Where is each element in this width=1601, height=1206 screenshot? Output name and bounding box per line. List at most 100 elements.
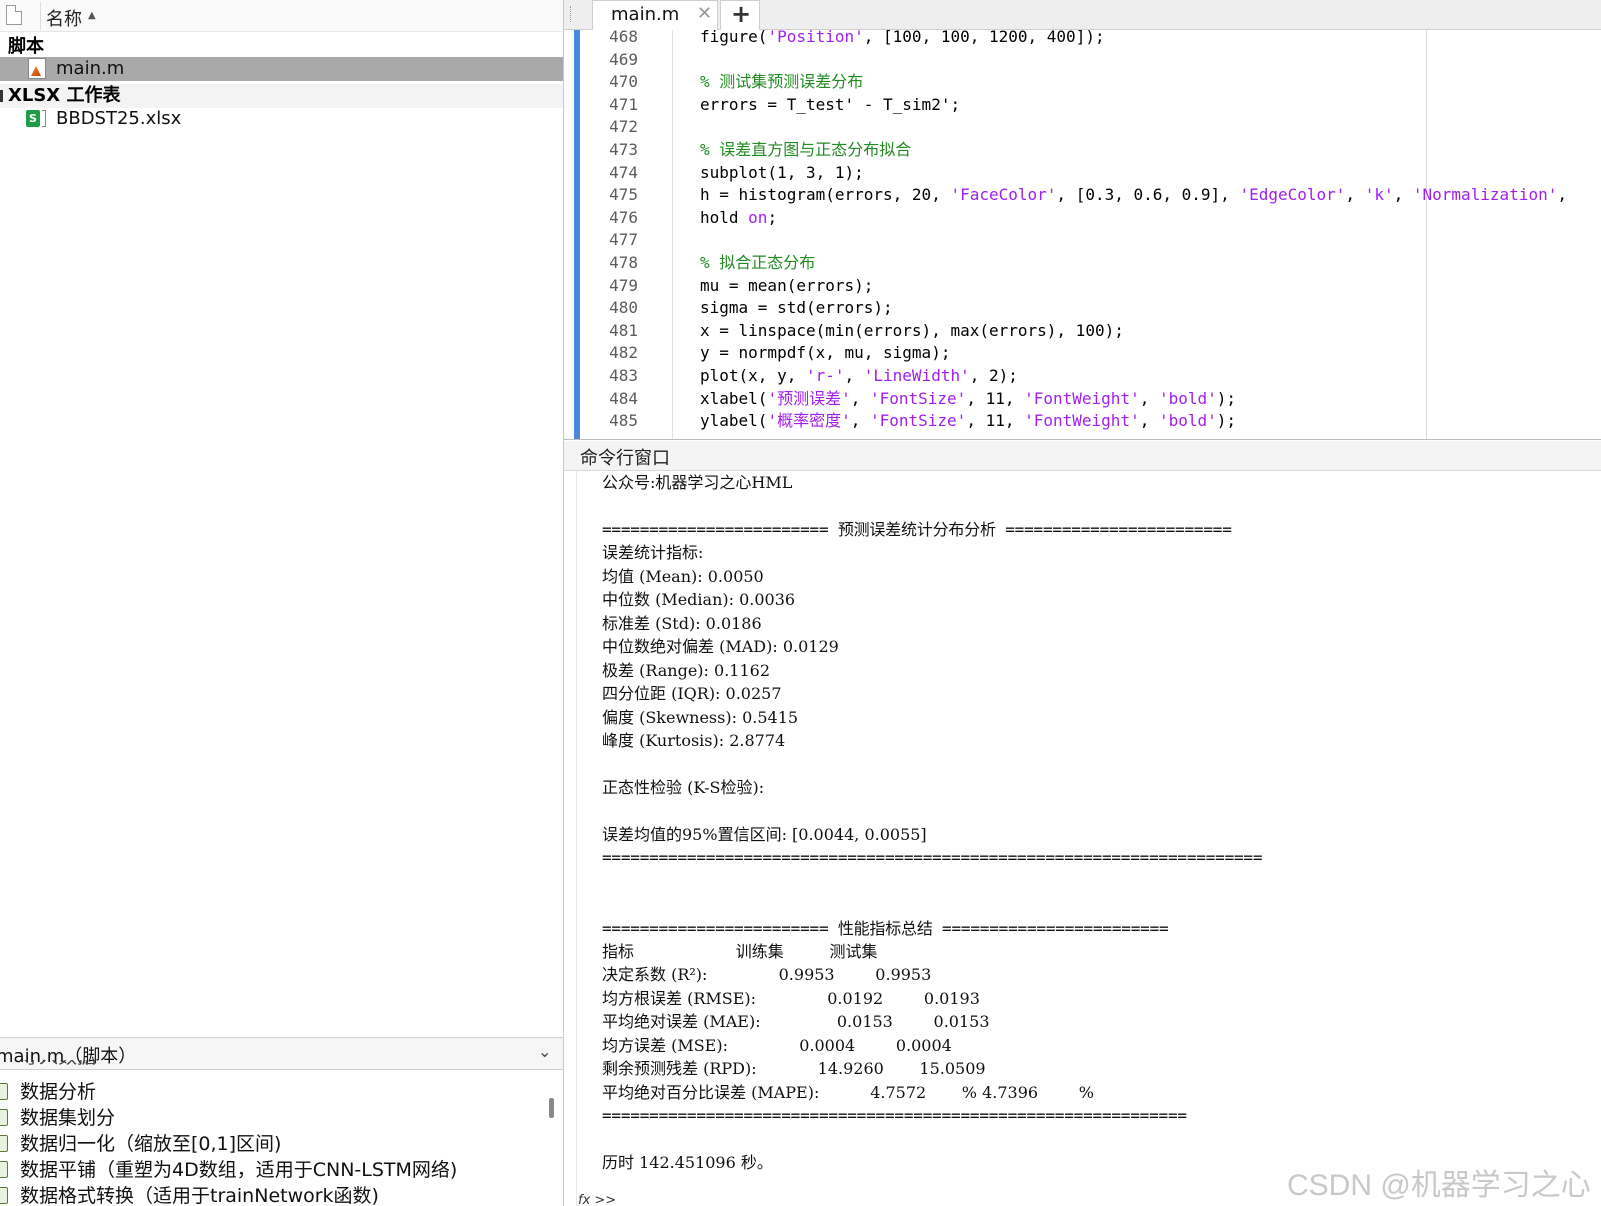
output-line: 历时 142.451096 秒。 (602, 1153, 773, 1173)
line-number: 479 (609, 275, 638, 295)
code-line[interactable]: 468 figure('Position', [100, 100, 1200, 4… (564, 30, 1601, 48)
output-line: 均方根误差 (RMSE): 0.0192 0.0193 (602, 988, 980, 1008)
section-item[interactable]: 数据分析 (0, 1079, 546, 1105)
file-item-bbdst25-xlsx[interactable]: S BBDST25.xlsx (0, 107, 563, 131)
file-list-header: 名称 ▲ (0, 0, 563, 32)
group-scripts[interactable]: 脚本 (0, 35, 563, 59)
code-line[interactable]: 470 % 测试集预测误差分布 (564, 70, 1601, 93)
output-line: 中位数 (Median): 0.0036 (602, 590, 796, 610)
output-line: 误差统计指标: (602, 543, 704, 563)
output-line: 公众号:机器学习之心HML (602, 473, 793, 492)
code-text: % 拟合正态分布 (700, 253, 816, 272)
group-xlsx[interactable]: XLSX 工作表 (0, 84, 563, 108)
line-number: 482 (609, 343, 638, 363)
code-line[interactable]: 482 y = normpdf(x, mu, sigma); (564, 341, 1601, 364)
section-label: 导入数据 (20, 1060, 96, 1070)
command-window-title: 命令行窗口 (580, 448, 670, 469)
code-text: errors = T_test' - T_sim2'; (700, 94, 961, 114)
code-line[interactable]: 472 (564, 115, 1601, 138)
code-line[interactable]: 476 hold on; (564, 206, 1601, 229)
line-number: 474 (609, 162, 638, 182)
line-number: 484 (609, 388, 638, 408)
current-folder-panel: 名称 ▲ 脚本 main.m XLSX 工作表 S BBDST25.xlsx m… (0, 0, 564, 1206)
section-icon (0, 1161, 8, 1178)
output-line: 中位数绝对偏差 (MAD): 0.0129 (602, 637, 839, 657)
output-line: 剩余预测残差 (RPD): 14.9260 15.0509 (602, 1059, 986, 1079)
code-text: hold on; (700, 207, 778, 227)
section-icon (0, 1109, 8, 1126)
section-item[interactable]: 导入数据 (0, 1060, 546, 1072)
output-line: 正态性检验 (K-S检验): (602, 777, 765, 797)
code-line[interactable]: 469 (564, 48, 1601, 71)
code-line[interactable]: 485 ylabel('概率密度', 'FontSize', 11, 'FontW… (564, 409, 1601, 432)
section-icon (0, 1083, 8, 1100)
code-line[interactable]: 478 % 拟合正态分布 (564, 251, 1601, 274)
output-line: 偏度 (Skewness): 0.5415 (602, 707, 799, 727)
file-label: BBDST25.xlsx (56, 108, 182, 129)
section-item[interactable]: 数据平铺（重塑为4D数组，适用于CNN-LSTM网络) (0, 1157, 546, 1183)
code-text: ylabel('概率密度', 'FontSize', 11, 'FontWeig… (700, 411, 1237, 431)
code-line[interactable]: 477 (564, 228, 1601, 251)
line-number: 481 (609, 320, 638, 340)
line-number: 483 (609, 366, 638, 385)
command-prompt[interactable]: fx >> (578, 1193, 616, 1206)
line-number: 470 (609, 72, 638, 92)
output-line: ========================================… (602, 848, 1263, 868)
code-text: plot(x, y, 'r-', 'LineWidth', 2); (700, 366, 1018, 385)
section-label: 数据归一化（缩放至[0,1]区间) (20, 1133, 282, 1155)
command-window-edge (576, 471, 577, 1206)
file-item-main-m[interactable]: main.m (0, 57, 563, 81)
sort-ascending-icon: ▲ (88, 10, 96, 21)
line-number: 476 (609, 207, 638, 227)
line-number: 475 (609, 185, 638, 205)
section-label: 数据集划分 (20, 1107, 116, 1129)
line-number: 480 (609, 298, 638, 318)
section-item[interactable]: 数据格式转换（适用于trainNetwork函数) (0, 1183, 546, 1206)
line-number: 471 (609, 94, 638, 114)
drag-grip-icon[interactable] (570, 6, 572, 22)
section-item[interactable]: 数据集划分 (0, 1105, 546, 1131)
output-line: 均值 (Mean): 0.0050 (602, 566, 764, 586)
code-text: sigma = std(errors); (700, 298, 893, 318)
line-number: 477 (609, 230, 638, 250)
section-item[interactable]: 数据归一化（缩放至[0,1]区间) (0, 1131, 546, 1157)
output-line: 标准差 (Std): 0.0186 (602, 613, 762, 633)
code-line[interactable]: 473 % 误差直方图与正态分布拟合 (564, 138, 1601, 161)
command-window[interactable]: 公众号:机器学习之心HML ======================== 预测… (564, 471, 1601, 1206)
code-line[interactable]: 484 xlabel('预测误差', 'FontSize', 11, 'FontW… (564, 387, 1601, 410)
matlab-script-icon (28, 58, 46, 79)
name-column-header[interactable]: 名称 (46, 5, 82, 31)
output-line: ======================== 性能指标总结 ========… (602, 918, 1169, 938)
code-editor[interactable]: 468 figure('Position', [100, 100, 1200, 4… (564, 30, 1601, 440)
code-text: figure('Position', [100, 100, 1200, 400]… (700, 30, 1105, 46)
output-line: 指标 训练集 测试集 (602, 942, 878, 961)
details-scrollbar[interactable] (549, 1098, 554, 1118)
code-line[interactable]: 479 mu = mean(errors); (564, 274, 1601, 297)
code-text: y = normpdf(x, mu, sigma); (700, 343, 951, 363)
file-type-icon (6, 5, 22, 25)
code-text: xlabel('预测误差', 'FontSize', 11, 'FontWeig… (700, 388, 1237, 408)
code-line[interactable]: 480 sigma = std(errors); (564, 296, 1601, 319)
tab-label: main.m (611, 4, 680, 25)
spreadsheet-icon: S (26, 110, 40, 127)
column-divider (40, 2, 41, 30)
code-line[interactable]: 471 errors = T_test' - T_sim2'; (564, 93, 1601, 116)
code-line[interactable]: 481 x = linspace(min(errors), max(errors)… (564, 319, 1601, 342)
output-line: 平均绝对误差 (MAE): 0.0153 0.0153 (602, 1012, 990, 1032)
code-line[interactable]: 483 plot(x, y, 'r-', 'LineWidth', 2); (564, 364, 1601, 387)
code-line[interactable]: 475 h = histogram(errors, 20, 'FaceColor'… (564, 183, 1601, 206)
editor-tab-bar: main.m ✕ + (564, 0, 1601, 30)
output-line: 峰度 (Kurtosis): 2.8774 (602, 730, 786, 750)
output-line: 极差 (Range): 0.1162 (602, 660, 771, 680)
close-icon[interactable]: ✕ (697, 3, 712, 24)
output-line: ======================== 预测误差统计分布分析 ====… (602, 519, 1232, 539)
chevron-down-icon[interactable]: ⌄ (538, 1042, 551, 1061)
line-number: 485 (609, 411, 638, 431)
new-tab-button[interactable]: + (720, 0, 760, 30)
output-line: 平均绝对百分比误差 (MAPE): 4.7572 % 4.7396 % (602, 1082, 1094, 1102)
output-line: 均方误差 (MSE): 0.0004 0.0004 (602, 1035, 952, 1055)
section-icon (0, 1187, 8, 1204)
line-number: 468 (609, 30, 638, 46)
code-line[interactable]: 474 subplot(1, 3, 1); (564, 161, 1601, 184)
tab-main-m[interactable]: main.m ✕ (592, 0, 718, 30)
